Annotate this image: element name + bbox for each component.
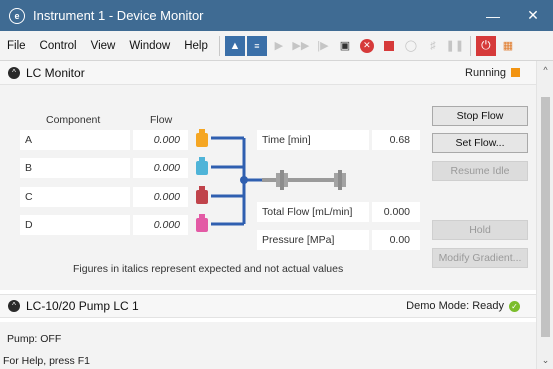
time-label: Time [min] [257, 130, 369, 150]
instrument-icon[interactable]: ▦ [498, 36, 518, 56]
lc-monitor-status: Running [465, 67, 520, 79]
power-icon[interactable]: ⏻ [475, 35, 496, 56]
tool-icon[interactable]: ♯ [423, 36, 443, 56]
resume-idle-button[interactable]: Resume Idle [432, 161, 528, 181]
pause-icon[interactable]: ❚❚ [445, 36, 465, 56]
status-text: Running [465, 66, 506, 79]
pump-status-text: Demo Mode: Ready [406, 300, 504, 312]
total-flow-value: 0.000 [372, 202, 420, 222]
pressure-label: Pressure [MPa] [257, 230, 369, 250]
pressure-value: 0.00 [372, 230, 420, 250]
camera-icon[interactable]: ▣ [335, 36, 355, 56]
toolbar-separator [469, 35, 471, 56]
close-button[interactable]: ✕ [513, 0, 553, 31]
collapse-icon[interactable]: ^ [8, 300, 20, 312]
pump-header[interactable]: ^ LC-10/20 Pump LC 1 Demo Mode: Ready ✓ [0, 294, 536, 318]
total-flow-label: Total Flow [mL/min] [257, 202, 369, 222]
menu-view[interactable]: View [84, 40, 123, 52]
scroll-down-icon[interactable]: ⌄ [537, 352, 553, 369]
menu-control[interactable]: Control [33, 40, 84, 52]
pump-icon[interactable]: ◯ [401, 36, 421, 56]
collapse-icon[interactable]: ^ [8, 66, 20, 79]
play-icon[interactable]: ▶ [269, 36, 289, 56]
app-logo-icon: e [9, 7, 25, 24]
pump-status: Demo Mode: Ready ✓ [406, 300, 520, 312]
menu-help[interactable]: Help [177, 40, 215, 52]
stop-icon[interactable] [379, 36, 399, 56]
set-flow-button[interactable]: Set Flow... [432, 133, 528, 153]
status-bar: For Help, press F1 [0, 355, 536, 369]
scrollbar-thumb[interactable] [541, 97, 550, 337]
running-icon [511, 68, 520, 77]
italics-note: Figures in italics represent expected an… [73, 263, 344, 275]
modify-gradient-button[interactable]: Modify Gradient... [432, 248, 528, 268]
menu-toolbar: File Control View Window Help ▲ ≡ ▶ ▶▶ |… [0, 31, 553, 61]
method-icon[interactable]: ≡ [246, 35, 267, 56]
stop-flow-button[interactable]: Stop Flow [432, 106, 528, 126]
menu-window[interactable]: Window [122, 40, 177, 52]
scroll-up-icon[interactable]: ^ [537, 61, 553, 78]
window-title: Instrument 1 - Device Monitor [33, 8, 204, 23]
vertical-scrollbar[interactable]: ^ ⌄ [536, 61, 553, 369]
stop-circle-icon[interactable]: ✕ [357, 36, 377, 56]
lc-monitor-panel: Component Flow A 0.000 B 0.000 C 0.000 D… [0, 85, 536, 290]
pump-title: LC-10/20 Pump LC 1 [26, 299, 139, 313]
hold-button[interactable]: Hold [432, 220, 528, 240]
step-icon[interactable]: |▶ [313, 36, 333, 56]
toolbar-separator [218, 35, 220, 56]
lc-monitor-title: LC Monitor [26, 65, 85, 80]
fast-forward-icon[interactable]: ▶▶ [291, 36, 311, 56]
ready-check-icon: ✓ [509, 300, 520, 312]
chart-icon[interactable]: ▲ [224, 35, 245, 56]
lc-monitor-header[interactable]: ^ LC Monitor Running [0, 61, 536, 85]
menu-file[interactable]: File [0, 40, 33, 52]
title-bar: e Instrument 1 - Device Monitor — ✕ [0, 0, 553, 31]
minimize-button[interactable]: — [473, 0, 513, 31]
time-value: 0.68 [372, 130, 420, 150]
pump-state: Pump: OFF [7, 333, 62, 345]
